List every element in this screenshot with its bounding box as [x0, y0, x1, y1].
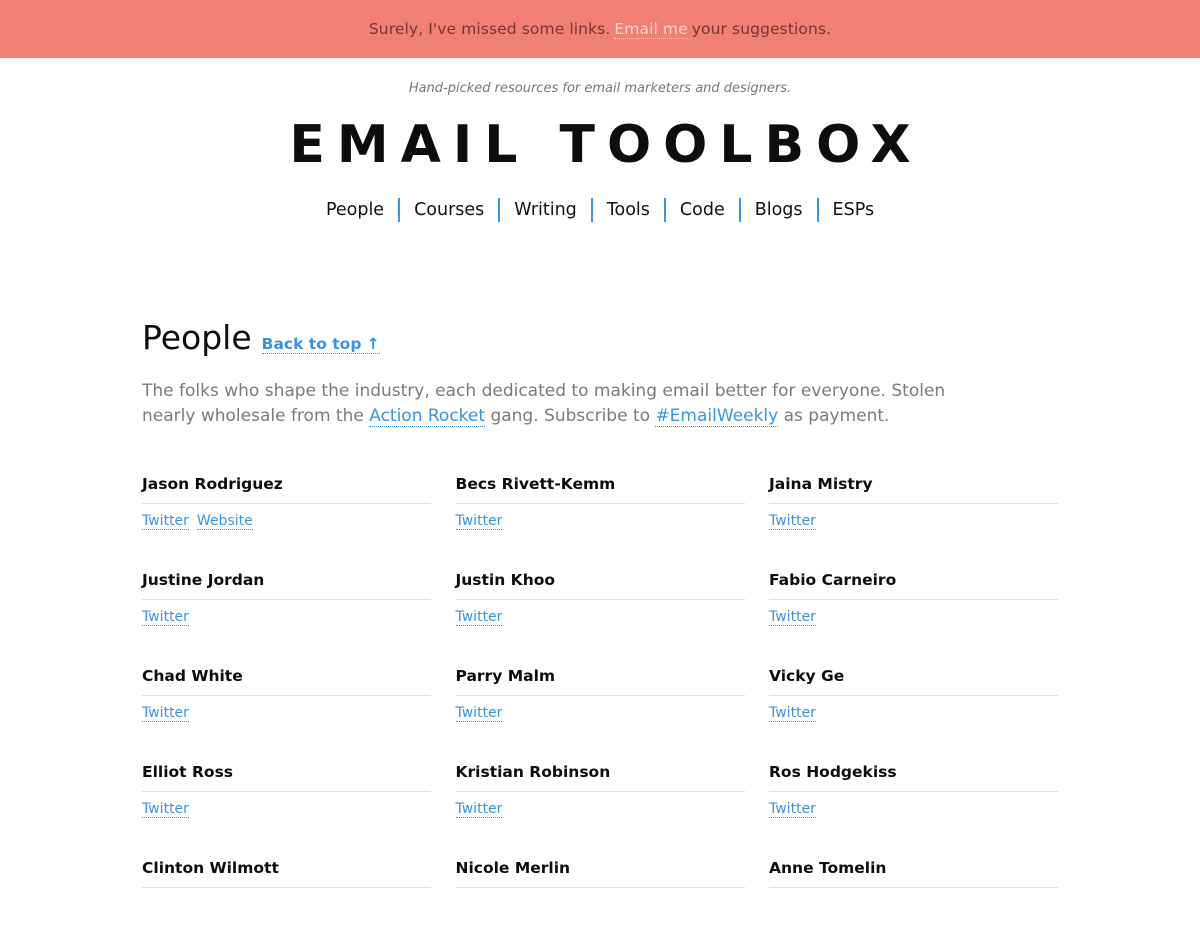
- people-section: People Back to top ↑ The folks who shape…: [142, 318, 1058, 429]
- person-name: Parry Malm: [455, 664, 745, 696]
- email-me-link[interactable]: Email me: [614, 20, 688, 39]
- person-links: Twitter: [142, 705, 431, 722]
- person-name: Nicole Merlin: [455, 856, 745, 888]
- site-title: EMAIL TOOLBOX: [289, 115, 923, 175]
- intro-text-3: as payment.: [783, 406, 890, 426]
- people-grid: Jason Rodriguez Twitter Website Becs Rivett…: [142, 472, 1058, 952]
- twitter-link[interactable]: Twitter: [455, 513, 503, 530]
- person-card: Anne Tomelin: [769, 856, 1058, 952]
- twitter-link[interactable]: Twitter: [455, 609, 503, 626]
- person-card: Fabio Carneiro Twitter: [769, 568, 1058, 664]
- nav-people[interactable]: People: [312, 198, 401, 222]
- person-name: Elliot Ross: [142, 760, 431, 792]
- twitter-link[interactable]: Twitter: [142, 801, 189, 818]
- nav-tools[interactable]: Tools: [593, 198, 666, 222]
- person-card: Chad White Twitter: [142, 664, 431, 760]
- person-name: Justine Jordan: [142, 568, 431, 600]
- person-links: Twitter: [769, 513, 1058, 530]
- person-name: Kristian Robinson: [455, 760, 745, 792]
- person-name: Ros Hodgekiss: [769, 760, 1058, 792]
- main-nav: People Courses Writing Tools Code Blogs …: [0, 198, 1200, 222]
- person-links: Twitter Website: [142, 513, 431, 530]
- action-rocket-link[interactable]: Action Rocket: [369, 406, 486, 427]
- twitter-link[interactable]: Twitter: [769, 705, 816, 722]
- twitter-link[interactable]: Twitter: [769, 801, 816, 818]
- person-links: Twitter: [455, 705, 745, 722]
- person-name: Jaina Mistry: [769, 472, 1058, 504]
- person-card: Ros Hodgekiss Twitter: [769, 760, 1058, 856]
- suggestion-banner: Surely, I've missed some links. Email me…: [0, 0, 1200, 58]
- person-name: Vicky Ge: [769, 664, 1058, 696]
- twitter-link[interactable]: Twitter: [142, 705, 189, 722]
- person-name: Clinton Wilmott: [142, 856, 431, 888]
- twitter-link[interactable]: Twitter: [769, 609, 816, 626]
- person-card: Justine Jordan Twitter: [142, 568, 431, 664]
- person-card: Nicole Merlin: [455, 856, 745, 952]
- person-name: Chad White: [142, 664, 431, 696]
- person-name: Anne Tomelin: [769, 856, 1058, 888]
- email-weekly-link[interactable]: #EmailWeekly: [655, 406, 779, 427]
- person-links: Twitter: [455, 513, 745, 530]
- twitter-link[interactable]: Twitter: [769, 513, 816, 530]
- website-link[interactable]: Website: [196, 513, 253, 530]
- person-card: Kristian Robinson Twitter: [455, 760, 745, 856]
- person-links: Twitter: [142, 609, 431, 626]
- person-card: Elliot Ross Twitter: [142, 760, 431, 856]
- twitter-link[interactable]: Twitter: [455, 801, 503, 818]
- section-intro: The folks who shape the industry, each d…: [142, 379, 1002, 429]
- person-card: Clinton Wilmott: [142, 856, 431, 952]
- person-card: Justin Khoo Twitter: [455, 568, 745, 664]
- person-card: Becs Rivett-Kemm Twitter: [455, 472, 745, 568]
- twitter-link[interactable]: Twitter: [455, 705, 503, 722]
- back-to-top-link[interactable]: Back to top ↑: [261, 335, 380, 354]
- section-title: People: [142, 318, 252, 357]
- intro-text-2: gang. Subscribe to: [490, 406, 651, 426]
- banner-text-before: Surely, I've missed some links.: [368, 20, 611, 38]
- person-name: Jason Rodriguez: [142, 472, 431, 504]
- nav-esps[interactable]: ESPs: [819, 198, 889, 222]
- twitter-link[interactable]: Twitter: [142, 609, 189, 626]
- tagline: Hand-picked resources for email marketer…: [408, 81, 792, 96]
- nav-courses[interactable]: Courses: [400, 198, 501, 222]
- person-name: Justin Khoo: [455, 568, 745, 600]
- person-card: Jaina Mistry Twitter: [769, 472, 1058, 568]
- person-card: Parry Malm Twitter: [455, 664, 745, 760]
- person-card: Vicky Ge Twitter: [769, 664, 1058, 760]
- person-card: Jason Rodriguez Twitter Website: [142, 472, 431, 568]
- person-links: Twitter: [769, 609, 1058, 626]
- banner-text-after: your suggestions.: [691, 20, 832, 38]
- person-links: Twitter: [142, 801, 431, 818]
- nav-blogs[interactable]: Blogs: [741, 198, 819, 222]
- nav-writing[interactable]: Writing: [500, 198, 593, 222]
- person-name: Fabio Carneiro: [769, 568, 1058, 600]
- person-links: Twitter: [769, 801, 1058, 818]
- person-name: Becs Rivett-Kemm: [455, 472, 745, 504]
- person-links: Twitter: [455, 801, 745, 818]
- person-links: Twitter: [455, 609, 745, 626]
- person-links: Twitter: [769, 705, 1058, 722]
- twitter-link[interactable]: Twitter: [142, 513, 189, 530]
- section-header: People Back to top ↑: [142, 318, 1058, 357]
- nav-code[interactable]: Code: [666, 198, 741, 222]
